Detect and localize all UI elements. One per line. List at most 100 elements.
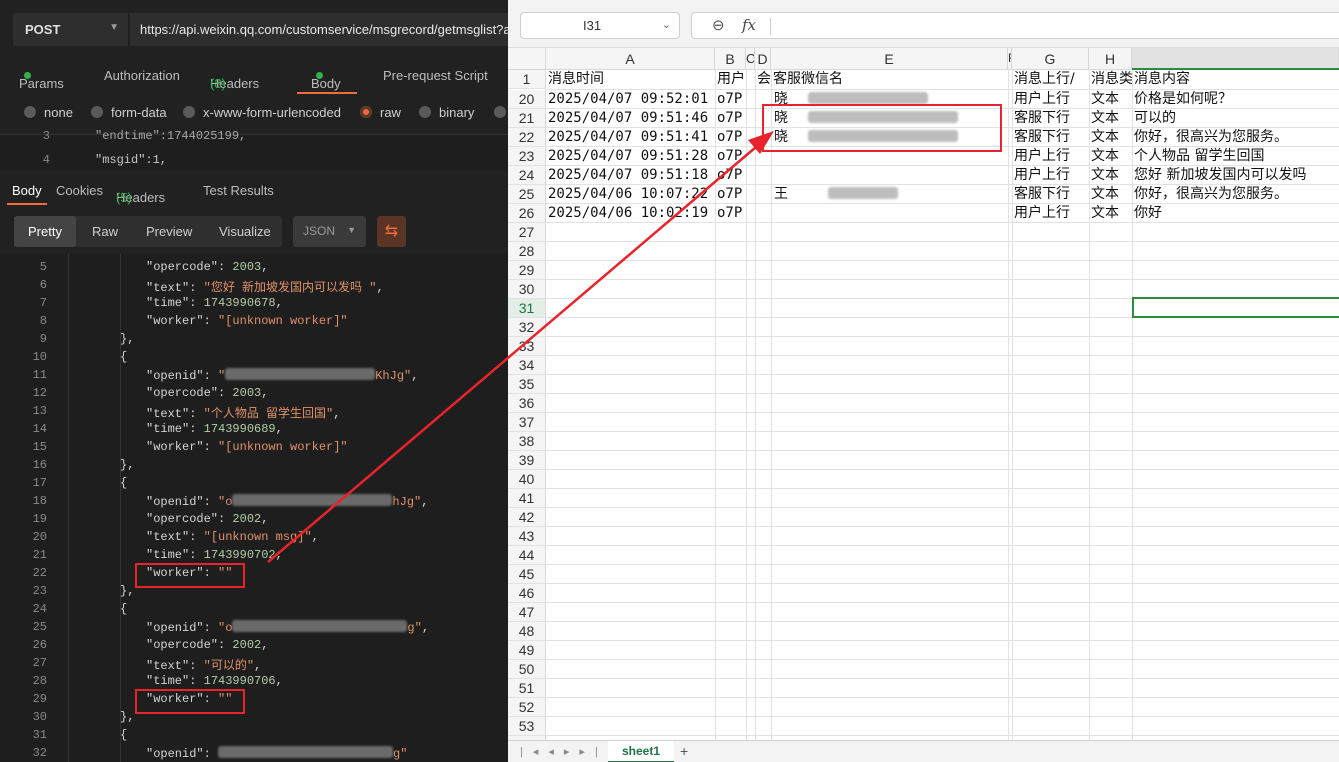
- cell-type[interactable]: 文本: [1089, 185, 1132, 204]
- method-select[interactable]: POST ▼: [13, 13, 128, 46]
- row-header[interactable]: 20: [508, 90, 546, 109]
- sheet-tab[interactable]: sheet1: [608, 741, 674, 762]
- row-header[interactable]: 25: [508, 185, 546, 204]
- row-header[interactable]: 50: [508, 660, 546, 679]
- url-input[interactable]: https://api.weixin.qq.com/customservice/…: [130, 13, 508, 46]
- cell-content[interactable]: 个人物品 留学生回国: [1132, 147, 1339, 166]
- column-header-i[interactable]: [1132, 48, 1339, 70]
- cell-direction[interactable]: 客服下行: [1012, 109, 1089, 128]
- select-all-corner[interactable]: [508, 48, 546, 70]
- radio-urlencoded[interactable]: x-www-form-urlencoded: [183, 105, 341, 120]
- tab-prerequest-script[interactable]: Pre-request Script: [383, 68, 488, 83]
- row-header[interactable]: 23: [508, 147, 546, 166]
- row-header[interactable]: 45: [508, 565, 546, 584]
- tab-response-body[interactable]: Body: [12, 183, 42, 198]
- cell-time[interactable]: 2025/04/07 09:51:41: [546, 128, 715, 147]
- radio-graphql[interactable]: [494, 105, 508, 120]
- header-cell-user[interactable]: 用户: [715, 70, 746, 89]
- cell-direction[interactable]: 用户上行: [1012, 90, 1089, 109]
- tab-body[interactable]: Body: [311, 68, 341, 91]
- column-header-e[interactable]: E: [771, 48, 1008, 70]
- cell-time[interactable]: 2025/04/07 09:51:18: [546, 166, 715, 185]
- cell-agent[interactable]: [771, 166, 1008, 185]
- cell-time[interactable]: 2025/04/07 09:51:46: [546, 109, 715, 128]
- cell-user[interactable]: o7P: [715, 166, 746, 185]
- cell-user[interactable]: o7P: [715, 128, 746, 147]
- row-header[interactable]: 29: [508, 261, 546, 280]
- cell-user[interactable]: o7P: [715, 204, 746, 223]
- cell-user[interactable]: o7P: [715, 147, 746, 166]
- selected-cell[interactable]: [1132, 297, 1339, 318]
- cell-content[interactable]: 你好: [1132, 204, 1339, 223]
- header-cell-agent[interactable]: 客服微信名: [771, 70, 1008, 89]
- cell-direction[interactable]: 用户上行: [1012, 166, 1089, 185]
- format-select[interactable]: JSON ▼: [293, 216, 366, 247]
- cell-type[interactable]: 文本: [1089, 166, 1132, 185]
- row-header[interactable]: 26: [508, 204, 546, 223]
- radio-raw[interactable]: raw: [360, 105, 401, 120]
- row-header[interactable]: 33: [508, 337, 546, 356]
- row-header[interactable]: 38: [508, 432, 546, 451]
- row-header[interactable]: 24: [508, 166, 546, 185]
- name-box[interactable]: I31 ⌄: [520, 12, 680, 39]
- cell-time[interactable]: 2025/04/06 10:07:22: [546, 185, 715, 204]
- row-header[interactable]: 43: [508, 527, 546, 546]
- cell-content[interactable]: 你好，很高兴为您服务。: [1132, 185, 1339, 204]
- row-header[interactable]: 22: [508, 128, 546, 147]
- cell-type[interactable]: 文本: [1089, 147, 1132, 166]
- row-header[interactable]: 40: [508, 470, 546, 489]
- row-header[interactable]: 27: [508, 223, 546, 242]
- row-header[interactable]: 52: [508, 698, 546, 717]
- view-raw[interactable]: Raw: [92, 224, 118, 239]
- cell-time[interactable]: 2025/04/07 09:52:01: [546, 90, 715, 109]
- cell-type[interactable]: 文本: [1089, 128, 1132, 147]
- header-cell-time[interactable]: 消息时间: [546, 70, 715, 89]
- row-header[interactable]: 30: [508, 280, 546, 299]
- row-header[interactable]: 28: [508, 242, 546, 261]
- row-header[interactable]: 51: [508, 679, 546, 698]
- row-header[interactable]: 53: [508, 717, 546, 736]
- tab-authorization[interactable]: Authorization: [104, 68, 180, 83]
- row-header[interactable]: 31: [508, 299, 546, 318]
- cell-type[interactable]: 文本: [1089, 90, 1132, 109]
- cell-time[interactable]: 2025/04/07 09:51:28: [546, 147, 715, 166]
- sheet-nav-arrows-icon[interactable]: |◂◂▸▸|: [520, 745, 608, 758]
- row-header[interactable]: 39: [508, 451, 546, 470]
- row-header[interactable]: 1: [508, 70, 546, 89]
- zoom-icon[interactable]: ⊖: [712, 16, 725, 34]
- response-body-viewer[interactable]: 5 "opercode": 2003, 6 "text": "您好 新加坡发国内可以…: [0, 254, 508, 762]
- cell-agent[interactable]: 王: [771, 185, 1008, 204]
- row-header[interactable]: 34: [508, 356, 546, 375]
- wrap-lines-button[interactable]: ⇆: [377, 216, 406, 247]
- cell-type[interactable]: 文本: [1089, 109, 1132, 128]
- tab-test-results[interactable]: Test Results: [203, 183, 274, 198]
- row-header[interactable]: 36: [508, 394, 546, 413]
- view-preview[interactable]: Preview: [146, 224, 192, 239]
- fx-icon[interactable]: fx: [742, 16, 756, 34]
- row-header[interactable]: 32: [508, 318, 546, 337]
- cell-direction[interactable]: 客服下行: [1012, 185, 1089, 204]
- column-header-h[interactable]: H: [1089, 48, 1132, 70]
- formula-input[interactable]: ⊖ fx: [691, 12, 1339, 39]
- row-header[interactable]: 35: [508, 375, 546, 394]
- radio-form-data[interactable]: form-data: [91, 105, 167, 120]
- cell-content[interactable]: 价格是如何呢？: [1132, 90, 1339, 109]
- header-cell-type[interactable]: 消息类: [1089, 70, 1132, 89]
- column-header-c[interactable]: C: [746, 48, 755, 70]
- cell-user[interactable]: o7P: [715, 109, 746, 128]
- row-header[interactable]: 42: [508, 508, 546, 527]
- cell-direction[interactable]: 用户上行: [1012, 147, 1089, 166]
- header-cell-session[interactable]: 会: [755, 70, 771, 89]
- cell-content[interactable]: 你好，很高兴为您服务。: [1132, 128, 1339, 147]
- cell-user[interactable]: o7P: [715, 90, 746, 109]
- column-header-b[interactable]: B: [715, 48, 746, 70]
- cell-content[interactable]: 可以的: [1132, 109, 1339, 128]
- row-header[interactable]: 47: [508, 603, 546, 622]
- request-body-editor[interactable]: 3 "endtime":1744025199, 4 "msgid":1,: [0, 129, 508, 170]
- view-pretty[interactable]: Pretty: [14, 216, 76, 247]
- cell-time[interactable]: 2025/04/06 10:02:19: [546, 204, 715, 223]
- row-header[interactable]: 41: [508, 489, 546, 508]
- row-header[interactable]: 49: [508, 641, 546, 660]
- cell-content[interactable]: 您好 新加坡发国内可以发吗: [1132, 166, 1339, 185]
- row-header[interactable]: 37: [508, 413, 546, 432]
